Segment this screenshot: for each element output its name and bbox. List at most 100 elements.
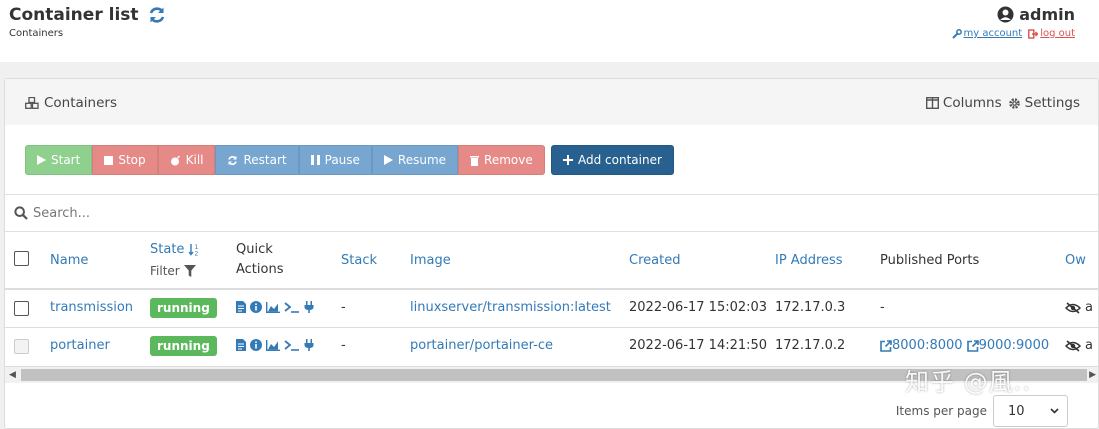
wrench-icon — [951, 28, 962, 39]
log-out-link[interactable]: log out — [1028, 28, 1075, 39]
column-name[interactable]: Name — [50, 253, 88, 268]
user-icon — [997, 6, 1014, 23]
watermark: 知乎 @風.. — [905, 368, 1031, 396]
ip-address-value: 172.17.0.3 — [775, 300, 846, 315]
published-port-label: 8000:8000 — [892, 338, 963, 353]
console-icon[interactable] — [284, 339, 300, 351]
info-icon[interactable] — [250, 301, 262, 313]
state-filter[interactable]: Filter — [150, 264, 196, 278]
published-port-label: 9000:9000 — [978, 338, 1050, 353]
select-all-checkbox[interactable] — [14, 251, 29, 266]
resume-button[interactable]: Resume — [371, 145, 459, 175]
column-image[interactable]: Image — [410, 253, 451, 268]
columns-button[interactable]: Columns — [925, 95, 1002, 111]
page-title: Container list — [9, 5, 139, 25]
play-icon — [383, 155, 393, 165]
sign-out-icon — [1028, 28, 1039, 39]
column-quick-actions-line2: Actions — [236, 262, 284, 277]
container-name-link[interactable]: transmission — [50, 300, 133, 315]
user-info: admin — [997, 5, 1075, 24]
eye-slash-icon — [1065, 339, 1081, 352]
container-name-link[interactable]: portainer — [50, 338, 110, 353]
eye-slash-icon — [1065, 301, 1081, 314]
restart-button[interactable]: Restart — [215, 145, 299, 175]
logs-icon[interactable] — [236, 301, 246, 313]
svg-text:2: 2 — [195, 251, 199, 257]
log-out-label: log out — [1040, 28, 1075, 39]
my-account-link[interactable]: my account — [951, 28, 1023, 39]
table-row: transmission running - linuxserver/trans… — [5, 290, 1098, 328]
console-icon[interactable] — [284, 301, 300, 313]
image-link[interactable]: portainer/portainer-ce — [410, 338, 553, 353]
search-icon — [14, 206, 28, 220]
column-ip-address[interactable]: IP Address — [775, 253, 843, 268]
attach-plug-icon[interactable] — [304, 301, 314, 313]
scroll-left-icon[interactable]: ◀ — [9, 370, 16, 380]
published-port-link[interactable]: 9000:9000 — [966, 338, 1050, 353]
username: admin — [1019, 5, 1075, 24]
page-title-row: Container list — [9, 5, 167, 25]
created-value: 2022-06-17 14:21:50 — [629, 338, 768, 353]
remove-label: Remove — [484, 153, 533, 167]
panel-heading: Containers Columns Settings — [5, 79, 1098, 125]
ownership-value: a — [1085, 338, 1093, 353]
filter-icon — [183, 265, 196, 277]
cubes-icon — [25, 97, 39, 109]
column-created[interactable]: Created — [629, 253, 680, 268]
external-link-icon — [966, 339, 979, 352]
pagination-limit: Items per page 10 — [896, 395, 1068, 427]
attach-plug-icon[interactable] — [304, 339, 314, 351]
panel-title: Containers — [25, 95, 117, 111]
pause-button[interactable]: Pause — [298, 145, 372, 175]
row-checkbox — [14, 339, 29, 354]
items-per-page-label: Items per page — [895, 404, 987, 418]
play-icon — [37, 155, 46, 165]
stop-icon — [104, 155, 114, 165]
start-label: Start — [51, 153, 81, 167]
search-input[interactable] — [33, 205, 633, 221]
table-header: Name State 12 Filter Quick Actions Stack… — [5, 232, 1098, 290]
breadcrumb: Containers — [9, 28, 64, 39]
my-account-label: my account — [963, 28, 1023, 39]
pause-icon — [310, 155, 320, 165]
column-stack[interactable]: Stack — [341, 253, 377, 268]
column-published-ports: Published Ports — [880, 253, 980, 268]
state-filter-label: Filter — [150, 264, 180, 278]
pause-label: Pause — [324, 153, 360, 167]
settings-button[interactable]: Settings — [1008, 95, 1080, 111]
ownership-cell: a — [1065, 338, 1093, 353]
status-badge: running — [150, 336, 217, 356]
column-state[interactable]: State 12 — [150, 242, 201, 257]
info-icon[interactable] — [250, 339, 262, 351]
trash-icon — [470, 155, 480, 166]
page-header: Container list Containers admin my accou… — [0, 0, 1099, 62]
search-bar — [5, 194, 1098, 232]
kill-button[interactable]: Kill — [157, 145, 216, 175]
stop-button[interactable]: Stop — [92, 145, 158, 175]
refresh-icon — [228, 155, 238, 165]
image-link[interactable]: linuxserver/transmission:latest — [410, 300, 611, 315]
status-badge: running — [150, 298, 217, 318]
row-checkbox[interactable] — [14, 301, 29, 316]
items-per-page-select[interactable]: 10 — [993, 395, 1068, 427]
logs-icon[interactable] — [236, 339, 246, 351]
refresh-icon[interactable] — [147, 5, 167, 25]
stats-icon[interactable] — [266, 339, 280, 351]
bomb-icon — [170, 155, 180, 165]
column-ownership[interactable]: Ow — [1065, 253, 1086, 268]
published-ports-value: - — [880, 300, 885, 315]
remove-button[interactable]: Remove — [458, 145, 545, 175]
created-value: 2022-06-17 15:02:03 — [629, 300, 768, 315]
add-container-button[interactable]: Add container — [551, 145, 674, 175]
scroll-right-icon[interactable]: ▶ — [1089, 370, 1096, 380]
items-per-page-value: 10 — [1008, 403, 1025, 419]
add-container-label: Add container — [578, 153, 662, 167]
quick-actions — [236, 339, 314, 351]
settings-label: Settings — [1024, 95, 1080, 111]
start-button[interactable]: Start — [25, 145, 93, 175]
stats-icon[interactable] — [266, 301, 280, 313]
kill-label: Kill — [185, 153, 204, 167]
column-state-label: State — [150, 242, 185, 257]
stop-label: Stop — [118, 153, 146, 167]
published-port-link[interactable]: 8000:8000 — [880, 338, 963, 353]
